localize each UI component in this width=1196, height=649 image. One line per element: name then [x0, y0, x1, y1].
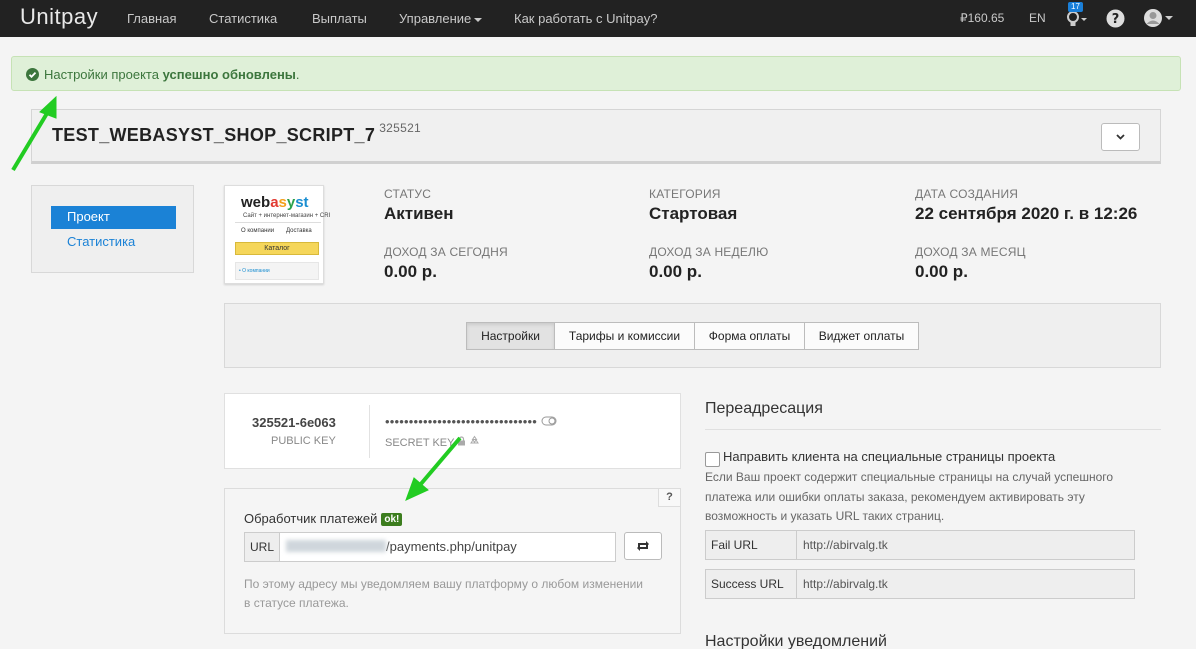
toggle-visibility-icon[interactable] — [541, 416, 557, 426]
project-id: 325521 — [379, 121, 422, 135]
nav-link-statistics[interactable]: Статистика — [209, 11, 277, 26]
handler-hint: По этому адресу мы уведомляем вашу платф… — [244, 577, 643, 610]
stat-value-income-month: 0.00 р. — [915, 262, 968, 281]
brand-logo[interactable]: Unitpay — [20, 4, 98, 30]
redirect-hint: Если Ваш проект содержит специальные стр… — [705, 470, 1114, 523]
alert-text-bold: успешно обновлены — [162, 67, 296, 82]
fail-url-label: Fail URL — [705, 530, 797, 560]
success-url-group: Success URL http://abirvalg.tk — [705, 569, 1135, 599]
side-item-project[interactable]: Проект — [51, 206, 176, 229]
regenerate-icon[interactable] — [469, 435, 480, 446]
handler-label-row: Обработчик платежей ok! — [244, 511, 403, 526]
blurred-domain — [286, 540, 386, 552]
nav-link-management-label: Управление — [399, 11, 472, 26]
url-addon-label: URL — [244, 532, 280, 562]
redirect-checkbox[interactable] — [705, 452, 720, 467]
fail-url-input[interactable]: http://abirvalg.tk — [796, 530, 1135, 560]
secret-key-label-row: Secret key — [385, 435, 480, 449]
settings-tabs-panel: Настройки Тарифы и комиссии Форма оплаты… — [224, 303, 1161, 368]
notification-settings-title: Настройки уведомлений — [705, 633, 887, 649]
logo-subtitle: Сайт + интернет-магазин + CRI — [243, 213, 331, 219]
balance-display[interactable]: ₽160.65 — [960, 11, 1004, 25]
success-alert: Настройки проекта успешно обновлены. — [11, 56, 1181, 91]
success-url-input[interactable]: http://abirvalg.tk — [796, 569, 1135, 599]
project-dropdown-button[interactable] — [1101, 123, 1140, 151]
project-side-menu: Проект Статистика — [31, 185, 194, 273]
public-key-label: Public key — [271, 435, 336, 447]
top-navbar: Unitpay Главная Статистика Выплаты Управ… — [0, 0, 1196, 37]
check-circle-icon — [26, 68, 39, 81]
logo-nav-about: О компании — [241, 228, 275, 234]
keys-panel: 325521-6e063 Public key ••••••••••••••••… — [224, 393, 681, 469]
stat-value-category: Стартовая — [649, 204, 738, 223]
alert-text: Настройки проекта — [44, 67, 163, 82]
tab-payment-form[interactable]: Форма оплаты — [694, 322, 805, 350]
handler-label: Обработчик платежей — [244, 511, 378, 526]
logo-catalog-button: Каталог — [235, 242, 319, 255]
logo-footer: • О компании — [235, 262, 319, 280]
redirect-section-title: Переадресация — [705, 400, 823, 417]
caret-down-icon — [474, 17, 483, 22]
stat-value-income-today: 0.00 р. — [384, 262, 437, 281]
project-name: TEST_WEBASYST_SHOP_SCRIPT_7 — [52, 125, 376, 145]
handler-refresh-button[interactable] — [624, 532, 662, 560]
handler-help-button[interactable]: ? — [658, 489, 680, 507]
project-logo[interactable]: webasyst Сайт + интернет-магазин + CRI О… — [224, 185, 330, 284]
svg-text:?: ? — [1112, 12, 1120, 27]
lock-icon[interactable] — [457, 436, 466, 446]
fail-url-group: Fail URL http://abirvalg.tk — [705, 530, 1135, 560]
alert-text-end: . — [295, 67, 300, 82]
nav-link-home[interactable]: Главная — [127, 11, 176, 26]
stat-value-created: 22 сентября 2020 г. в 12:26 — [915, 204, 1138, 223]
secret-key-label: Secret key — [385, 437, 455, 449]
help-icon[interactable]: ? — [1106, 9, 1125, 28]
stat-label-income-month: Доход за месяц — [915, 245, 1026, 259]
project-title: TEST_WEBASYST_SHOP_SCRIPT_7 325521 — [52, 121, 421, 146]
tab-payment-widget[interactable]: Виджет оплаты — [804, 322, 919, 350]
secret-key-masked: •••••••••••••••••••••••••••••••• — [385, 414, 538, 429]
keys-divider — [369, 405, 370, 458]
nav-link-payouts[interactable]: Выплаты — [312, 11, 367, 26]
logo-divider — [235, 222, 321, 223]
redirect-checkbox-label[interactable]: Направить клиента на специальные страниц… — [723, 449, 1055, 464]
redirect-divider — [705, 429, 1161, 430]
nav-link-management[interactable]: Управление — [399, 11, 483, 26]
stat-value-income-week: 0.00 р. — [649, 262, 702, 281]
success-url-label: Success URL — [705, 569, 797, 599]
stat-label-income-week: Доход за неделю — [649, 245, 769, 259]
stat-label-category: Категория — [649, 187, 721, 201]
stat-label-status: Статус — [384, 187, 432, 201]
tab-tariffs[interactable]: Тарифы и комиссии — [554, 322, 695, 350]
notification-count-badge: 17 — [1068, 2, 1083, 12]
public-key-value[interactable]: 325521-6e063 — [252, 415, 336, 430]
stat-value-status: Активен — [384, 204, 454, 223]
chevron-down-icon — [1116, 134, 1125, 140]
project-header: TEST_WEBASYST_SHOP_SCRIPT_7 325521 — [31, 109, 1161, 164]
handler-url-group: URL /payments.php/unitpay — [244, 532, 616, 562]
handler-url-input[interactable]: /payments.php/unitpay — [279, 532, 616, 562]
logo-wordmark: webasyst — [241, 194, 309, 211]
stat-label-created: Дата создания — [915, 187, 1019, 201]
handler-ok-badge: ok! — [381, 513, 403, 526]
user-avatar-icon[interactable] — [1143, 8, 1175, 28]
tab-settings[interactable]: Настройки — [466, 322, 555, 350]
stat-label-income-today: Доход за сегодня — [384, 245, 508, 259]
logo-nav-delivery: Доставка — [286, 228, 312, 234]
payment-handler-panel: ? Обработчик платежей ok! URL /payments.p… — [224, 488, 681, 634]
nav-link-howto[interactable]: Как работать с Unitpay? — [514, 11, 657, 26]
secret-key-value[interactable]: •••••••••••••••••••••••••••••••• — [385, 414, 557, 429]
handler-url-path: /payments.php/unitpay — [386, 539, 517, 554]
language-switch[interactable]: EN — [1029, 11, 1046, 25]
side-item-statistics[interactable]: Статистика — [51, 231, 176, 254]
refresh-icon — [637, 541, 649, 551]
